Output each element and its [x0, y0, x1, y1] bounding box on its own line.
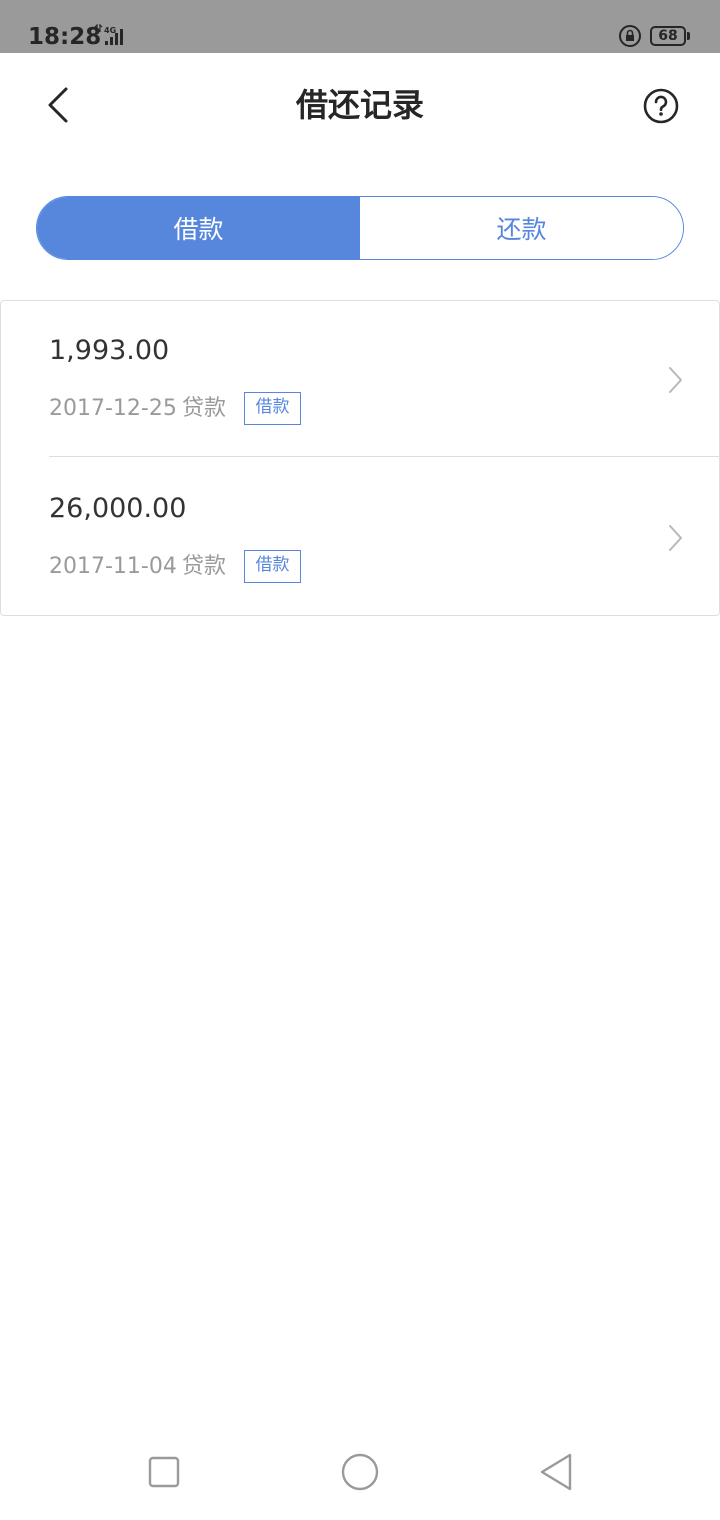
page-title: 借还记录: [295, 86, 424, 124]
header: 借还记录: [0, 53, 720, 157]
record-amount: 26,000.00: [49, 493, 187, 524]
battery-level: 68: [658, 28, 678, 44]
chevron-left-icon: [48, 87, 68, 123]
record-type: 贷款: [182, 554, 227, 579]
divider: [49, 456, 719, 457]
system-nav-bar: [0, 1430, 720, 1520]
list-item[interactable]: 26,000.00 2017-11-04 贷款 借款: [1, 459, 719, 615]
chevron-right-icon: [669, 367, 682, 393]
help-button[interactable]: [640, 85, 682, 127]
tab-borrow[interactable]: 借款: [37, 197, 360, 259]
tab-repay[interactable]: 还款: [360, 197, 683, 259]
records-list: 1,993.00 2017-12-25 贷款 借款 26,000.00 2017…: [0, 300, 720, 616]
record-type: 贷款: [182, 396, 227, 421]
record-tag: 借款: [244, 392, 301, 425]
back-triangle-icon[interactable]: [534, 1450, 578, 1494]
rotation-lock-icon: [619, 25, 641, 47]
segmented-tabs: 借款 还款: [36, 196, 684, 260]
record-amount: 1,993.00: [49, 335, 170, 366]
record-tag: 借款: [244, 550, 301, 583]
recents-square-icon[interactable]: [142, 1450, 186, 1494]
home-circle-icon[interactable]: [338, 1450, 382, 1494]
network-signal-icon: 4G: [94, 24, 123, 45]
list-item[interactable]: 1,993.00 2017-12-25 贷款 借款: [1, 301, 719, 457]
back-button[interactable]: [36, 81, 80, 129]
battery-icon: 68: [650, 26, 686, 46]
status-bar: 18:28 4G 68: [0, 0, 720, 53]
status-time: 18:28: [28, 24, 102, 50]
record-date: 2017-11-04: [49, 554, 177, 579]
network-type-label: 4G: [104, 26, 116, 35]
chevron-right-icon: [669, 525, 682, 551]
battery-tip: [687, 32, 690, 40]
record-date: 2017-12-25: [49, 396, 177, 421]
question-circle-icon: [643, 88, 679, 124]
